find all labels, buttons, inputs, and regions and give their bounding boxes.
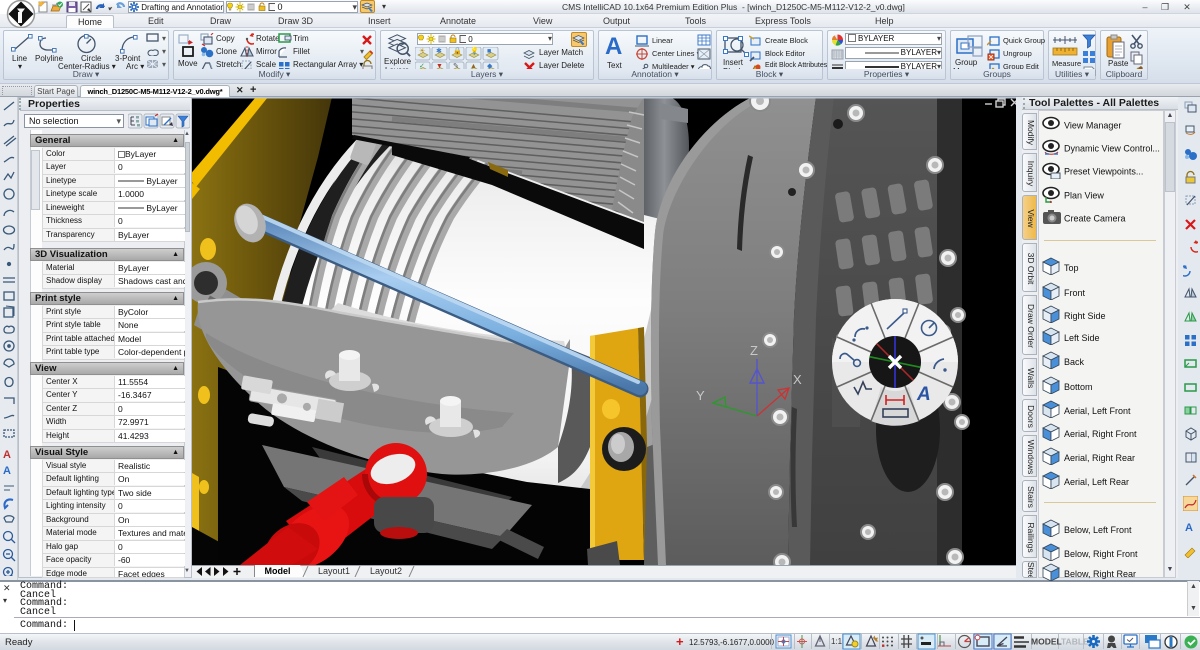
svg-text:Y: Y bbox=[696, 388, 705, 403]
svg-text:Z: Z bbox=[750, 343, 758, 358]
svg-text:💡: 💡 bbox=[470, 47, 479, 55]
svg-text:🔒: 🔒 bbox=[453, 47, 462, 55]
svg-text:A: A bbox=[3, 465, 11, 477]
svg-text:X: X bbox=[793, 372, 802, 387]
svg-text:1:1: 1:1 bbox=[831, 637, 843, 646]
svg-text:A: A bbox=[916, 384, 931, 405]
svg-text:■: ■ bbox=[487, 48, 491, 55]
svg-text:☀: ☀ bbox=[419, 47, 425, 55]
svg-text:MODEL: MODEL bbox=[1031, 637, 1062, 647]
svg-text:A: A bbox=[3, 449, 11, 461]
svg-text:✱: ✱ bbox=[436, 47, 442, 55]
svg-text:A: A bbox=[1185, 522, 1193, 534]
